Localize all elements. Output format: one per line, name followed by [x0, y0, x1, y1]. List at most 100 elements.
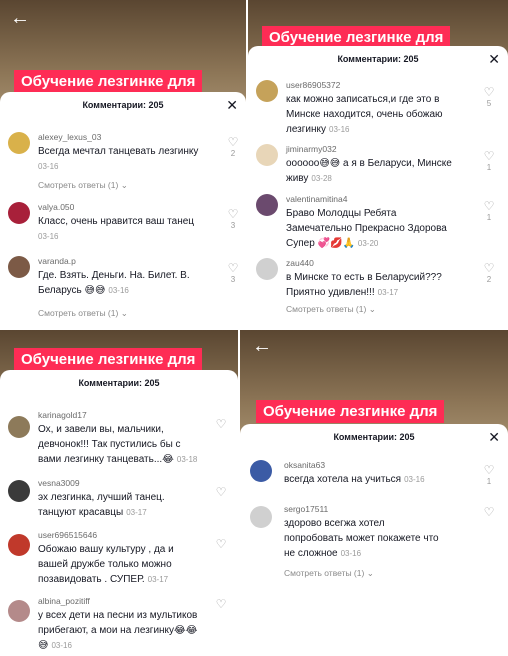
chevron-down-icon: ⌄	[120, 180, 128, 190]
comment-date: 03-17	[377, 288, 399, 297]
comment-date: 03-16	[108, 286, 129, 295]
video-title: Обучение лезгинке для	[14, 70, 203, 93]
avatar[interactable]	[256, 80, 278, 102]
avatar[interactable]	[8, 202, 30, 224]
comment-date: 03-16	[404, 475, 425, 484]
avatar[interactable]	[250, 460, 272, 482]
heart-outline-icon: ♡	[483, 199, 495, 213]
heart-outline-icon: ♡	[215, 485, 227, 499]
comment-date: 03-16	[38, 162, 59, 171]
avatar[interactable]	[256, 194, 278, 216]
comments-sheet: Комментарии: 205 karinagold17 Ох, и заве…	[0, 370, 238, 656]
comment-date: 03-17	[147, 575, 169, 584]
avatar[interactable]	[8, 600, 30, 622]
comment-text: у всех дети на песни из мультиков прибега…	[38, 610, 198, 651]
avatar[interactable]	[8, 132, 30, 154]
comment-username[interactable]: albina_pozitiff	[38, 596, 90, 606]
close-icon[interactable]: ✕	[226, 92, 238, 118]
view-replies-link[interactable]: Смотреть ответы (1) ⌄	[284, 568, 374, 579]
heart-outline-icon: ♡	[215, 537, 227, 551]
video-title: Обучение лезгинке для	[14, 348, 203, 371]
comment-date: 03-17	[126, 508, 147, 517]
comment-username[interactable]: sergo17511	[284, 504, 328, 514]
like-button[interactable]: ♡	[214, 418, 228, 430]
video-title: Обучение лезгинке для	[256, 400, 445, 423]
avatar[interactable]	[8, 256, 30, 278]
like-button[interactable]: ♡ 2	[482, 262, 496, 284]
comments-sheet: Комментарии: 205 ✕ alexey_lexus_03 Всегд…	[0, 92, 246, 326]
comment-date: 03-16	[38, 232, 59, 241]
heart-outline-icon: ♡	[227, 135, 239, 149]
comments-sheet: Комментарии: 205 ✕ oksanita63 всегда хот…	[240, 424, 508, 656]
comments-sheet: Комментарии: 205 ✕ user86905372 как можн…	[248, 46, 508, 326]
like-count: 3	[230, 221, 236, 230]
comment-username[interactable]: valya.050	[38, 202, 74, 212]
comment-date: 03-16	[329, 125, 350, 134]
comments-count: Комментарии: 205	[82, 100, 164, 110]
avatar[interactable]	[250, 506, 272, 528]
heart-outline-icon: ♡	[483, 85, 495, 99]
comment-date: 03-20	[357, 239, 379, 248]
comment-username[interactable]: oksanita63	[284, 460, 325, 470]
comment-username[interactable]: valentinamitina4	[286, 194, 347, 204]
like-button[interactable]: ♡	[214, 598, 228, 610]
like-button[interactable]: ♡ 3	[226, 262, 240, 284]
view-replies-link[interactable]: Смотреть ответы (1) ⌄	[286, 304, 376, 315]
comment-date: 03-18	[176, 455, 198, 464]
like-count: 2	[230, 149, 236, 158]
heart-outline-icon: ♡	[483, 505, 495, 519]
like-count: 1	[486, 477, 492, 486]
avatar[interactable]	[256, 258, 278, 280]
chevron-down-icon: ⌄	[368, 304, 376, 314]
heart-outline-icon: ♡	[215, 597, 227, 611]
comment-username[interactable]: user696515646	[38, 530, 97, 540]
like-button[interactable]: ♡	[482, 506, 496, 518]
comments-header: Комментарии: 205 ✕	[248, 46, 508, 72]
heart-outline-icon: ♡	[483, 463, 495, 477]
like-button[interactable]: ♡ 5	[482, 86, 496, 108]
comment-date: 03-28	[311, 174, 332, 183]
comment-text: здорово всегжа хотел попробовать может по…	[284, 518, 439, 559]
like-button[interactable]: ♡ 1	[482, 464, 496, 486]
comment-username[interactable]: zau440	[286, 258, 314, 268]
like-button[interactable]: ♡ 2	[226, 136, 240, 158]
avatar[interactable]	[8, 534, 30, 556]
avatar[interactable]	[256, 144, 278, 166]
avatar[interactable]	[8, 416, 30, 438]
comment-text: Где. Взять. Деньги. На. Билет. В. Беларус…	[38, 270, 190, 296]
comment-username[interactable]: karinagold17	[38, 410, 87, 420]
chevron-down-icon: ⌄	[120, 308, 128, 318]
heart-outline-icon: ♡	[227, 261, 239, 275]
back-arrow-icon[interactable]: ←	[10, 8, 30, 28]
view-replies-link[interactable]: Смотреть ответы (1) ⌄	[38, 308, 128, 319]
panel-bottom-left: Обучение лезгинке для Комментарии: 205 k…	[0, 330, 238, 656]
comment-text: Обожаю вашу культуру , да и вашей дружбе …	[38, 544, 174, 585]
comment-username[interactable]: vesna3009	[38, 478, 80, 488]
avatar[interactable]	[8, 480, 30, 502]
view-replies-link[interactable]: Смотреть ответы (1) ⌄	[38, 180, 128, 191]
comment-username[interactable]: varanda.p	[38, 256, 76, 266]
chevron-down-icon: ⌄	[366, 568, 374, 578]
like-button[interactable]: ♡ 1	[482, 150, 496, 172]
comment-text: Класс, очень нравится ваш танец 03-16	[38, 216, 195, 241]
like-button[interactable]: ♡ 3	[226, 208, 240, 230]
panel-top-left: ← Обучение лезгинке для Комментарии: 205…	[0, 0, 246, 326]
like-button[interactable]: ♡	[214, 538, 228, 550]
heart-outline-icon: ♡	[227, 207, 239, 221]
like-button[interactable]: ♡	[214, 486, 228, 498]
close-icon[interactable]: ✕	[488, 46, 500, 72]
comment-text: как можно записаться,и где это в Минске н…	[286, 94, 443, 135]
close-icon[interactable]: ✕	[488, 424, 500, 450]
comment-text: Всегда мечтал танцевать лезгинку 03-16	[38, 146, 199, 171]
like-count: 1	[486, 163, 492, 172]
panel-top-right: Обучение лезгинке для Комментарии: 205 ✕…	[248, 0, 508, 326]
comment-username[interactable]: jiminarmy032	[286, 144, 337, 154]
comment-username[interactable]: alexey_lexus_03	[38, 132, 101, 142]
back-arrow-icon[interactable]: ←	[252, 336, 272, 356]
heart-outline-icon: ♡	[483, 261, 495, 275]
like-count: 2	[486, 275, 492, 284]
comments-header: Комментарии: 205 ✕	[0, 92, 246, 118]
comment-username[interactable]: user86905372	[286, 80, 340, 90]
like-count: 1	[486, 213, 492, 222]
like-button[interactable]: ♡ 1	[482, 200, 496, 222]
